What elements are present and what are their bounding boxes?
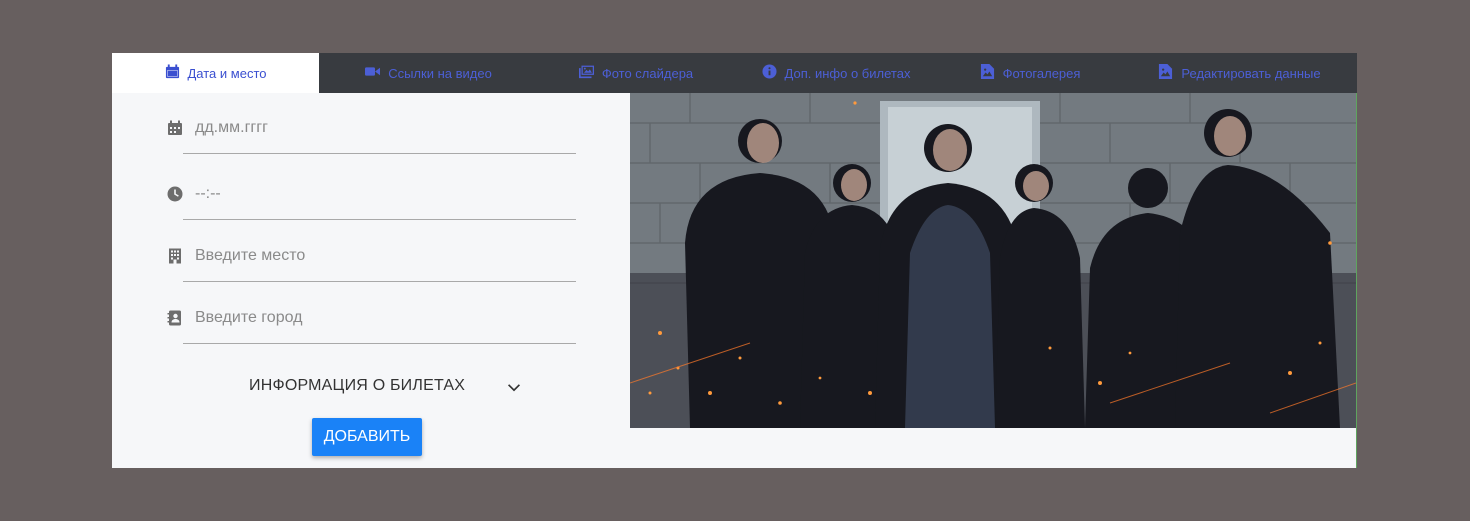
input-underline	[183, 343, 576, 344]
address-book-icon	[167, 310, 183, 326]
event-editor-panel: Дата и место Ссылки на видео Фото слайде…	[112, 53, 1357, 468]
band-photo	[630, 93, 1356, 428]
tab-ticket-info[interactable]: Доп. инфо о билетах	[734, 53, 938, 93]
tab-label: Дата и место	[187, 65, 267, 81]
tab-label: Ссылки на видео	[388, 65, 492, 81]
tab-photo-gallery[interactable]: Фотогалерея	[938, 53, 1122, 93]
video-camera-icon	[365, 64, 381, 82]
image-file-icon	[1158, 64, 1173, 82]
tab-date-and-place[interactable]: Дата и место	[112, 53, 319, 93]
tab-label: Доп. инфо о билетах	[784, 65, 911, 81]
tab-label: Фото слайдера	[601, 65, 694, 81]
tab-label: Редактировать данные	[1181, 65, 1321, 81]
calendar-icon	[165, 64, 180, 82]
tab-bar: Дата и место Ссылки на видео Фото слайде…	[112, 53, 1357, 93]
tab-label: Фотогалерея	[1002, 65, 1081, 81]
input-underline	[183, 219, 576, 220]
place-field	[167, 244, 577, 284]
input-underline	[183, 281, 576, 282]
time-field	[167, 182, 577, 222]
tab-slider-photos[interactable]: Фото слайдера	[538, 53, 734, 93]
date-input[interactable]	[195, 116, 577, 140]
ticket-info-toggle[interactable]: ИНФОРМАЦИЯ О БИЛЕТАХ	[249, 375, 533, 397]
calendar-icon	[167, 120, 183, 136]
images-icon	[578, 64, 594, 82]
add-button[interactable]: ДОБАВИТЬ	[312, 418, 422, 456]
date-field	[167, 116, 577, 156]
chevron-down-icon	[508, 380, 521, 392]
image-file-icon	[980, 64, 995, 82]
place-input[interactable]	[195, 244, 577, 268]
clock-icon	[167, 186, 183, 202]
city-field	[167, 306, 577, 346]
tab-edit-data[interactable]: Редактировать данные	[1122, 53, 1357, 93]
input-underline	[183, 153, 576, 154]
building-icon	[167, 248, 183, 264]
info-circle-icon	[762, 64, 777, 82]
ticket-info-label: ИНФОРМАЦИЯ О БИЛЕТАХ	[249, 377, 466, 394]
city-input[interactable]	[195, 306, 577, 330]
tab-video-links[interactable]: Ссылки на видео	[319, 53, 538, 93]
date-place-form: ИНФОРМАЦИЯ О БИЛЕТАХ ДОБАВИТЬ	[112, 93, 630, 468]
time-input[interactable]	[195, 182, 577, 206]
